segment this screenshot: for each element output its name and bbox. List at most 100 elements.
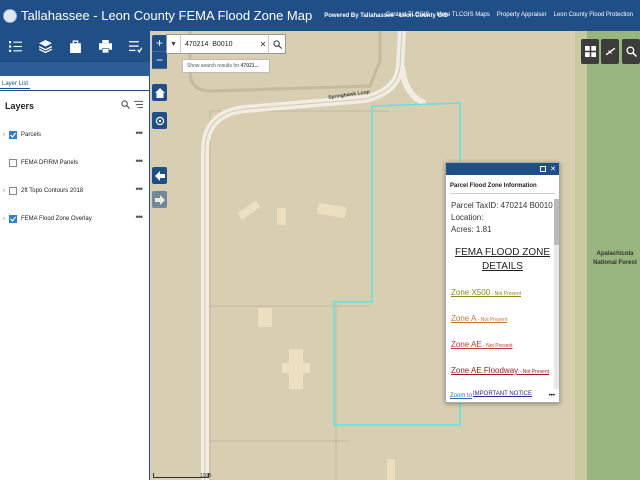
basemap-gallery-button[interactable] bbox=[581, 39, 599, 64]
layer-label: Parcels bbox=[21, 132, 42, 138]
legend-list-button[interactable] bbox=[0, 31, 30, 62]
link-contact-tlcgis[interactable]: Contact TLCGIS bbox=[386, 12, 430, 18]
clear-search-icon[interactable]: ✕ bbox=[258, 40, 268, 49]
layer-options-icon[interactable]: ••• bbox=[136, 184, 144, 194]
layer-label: 2ft Topo Contours 2018 bbox=[21, 188, 84, 194]
scrollbar-thumb[interactable] bbox=[554, 199, 559, 245]
layer-list-button[interactable] bbox=[30, 31, 60, 62]
parcel-taxid: Parcel TaxID: 470214 B0010 bbox=[451, 201, 553, 210]
layer-options-icon[interactable]: ••• bbox=[136, 212, 144, 222]
search-suggestion[interactable]: Show search results for 47021... bbox=[182, 59, 270, 73]
link-property-appraiser[interactable]: Property Appraiser bbox=[497, 12, 547, 18]
suggestion-prefix: Show search results for bbox=[187, 63, 241, 69]
popup-header: ✕ bbox=[446, 163, 559, 175]
panel-tab-divider bbox=[0, 90, 149, 91]
next-extent-button[interactable] bbox=[152, 191, 167, 208]
layer-row-parcels[interactable]: › Parcels ••• bbox=[3, 128, 145, 142]
zoom-in-button[interactable]: + bbox=[152, 35, 167, 52]
popup-title: Parcel Flood Zone Information bbox=[450, 175, 555, 194]
home-button[interactable] bbox=[152, 84, 167, 101]
bag-icon bbox=[69, 40, 81, 53]
search-widget: ▼ ✕ bbox=[166, 34, 286, 54]
map-basemap bbox=[150, 31, 640, 480]
layer-row-topo-contours[interactable]: › 2ft Topo Contours 2018 ••• bbox=[3, 184, 145, 198]
arrow-left-icon bbox=[154, 170, 165, 181]
zone-x500-row: Zone X500 - Not Present bbox=[451, 287, 554, 300]
link-more-tlcgis-maps[interactable]: More TLCGIS Maps bbox=[437, 12, 490, 18]
layer-checkbox[interactable] bbox=[9, 215, 17, 223]
search-icon bbox=[625, 46, 637, 57]
checkmark-icon bbox=[10, 132, 16, 138]
zone-status: - Not Present bbox=[481, 343, 513, 349]
search-source-dropdown-icon[interactable]: ▼ bbox=[167, 41, 180, 48]
header-links: Contact TLCGIS More TLCGIS Maps Property… bbox=[386, 12, 633, 18]
draw-tool-button[interactable] bbox=[120, 31, 150, 62]
toolbar-divider bbox=[0, 62, 150, 76]
select-tool-button[interactable] bbox=[60, 31, 90, 62]
flood-zone-heading-line1: FEMA FLOOD ZONE bbox=[454, 247, 550, 258]
zoom-control: + − bbox=[152, 35, 167, 69]
zone-name[interactable]: Zone AE Floodway bbox=[451, 366, 518, 375]
flood-zone-heading: FEMA FLOOD ZONE DETAILS bbox=[451, 246, 554, 274]
parcel-location: Location: bbox=[451, 213, 484, 222]
list-icon bbox=[8, 41, 22, 52]
zone-status: - Not Present bbox=[490, 291, 521, 297]
forest-label: Apalachicola National Forest bbox=[593, 251, 637, 266]
popup-scrollbar[interactable] bbox=[554, 199, 559, 389]
arrow-right-icon bbox=[154, 194, 165, 205]
maximize-icon[interactable] bbox=[540, 166, 547, 172]
search-icon[interactable] bbox=[121, 100, 130, 109]
layer-label: FEMA Flood Zone Overlay bbox=[21, 216, 92, 222]
county-seal-logo bbox=[3, 8, 17, 23]
layer-checkbox[interactable] bbox=[9, 131, 17, 139]
locate-icon bbox=[155, 116, 164, 125]
layer-checkbox[interactable] bbox=[9, 159, 17, 167]
measure-button[interactable] bbox=[601, 39, 619, 64]
previous-extent-button[interactable] bbox=[152, 167, 167, 184]
search-icon bbox=[272, 39, 282, 49]
print-button[interactable] bbox=[90, 31, 120, 62]
zone-name[interactable]: Zone AE bbox=[451, 340, 482, 349]
widget-toolbar bbox=[0, 31, 150, 62]
layer-list-panel: Layer List Layers › Parcels ••• FEMA DFI… bbox=[0, 76, 150, 480]
popup-more-icon[interactable]: ••• bbox=[549, 393, 555, 399]
layer-checkbox[interactable] bbox=[9, 187, 17, 195]
map-search-button[interactable] bbox=[622, 39, 640, 64]
layer-options-icon[interactable]: ••• bbox=[136, 156, 144, 166]
map-view[interactable]: Springhawk Loop Apalachicola National Fo… bbox=[150, 31, 640, 480]
link-flood-protection[interactable]: Leon County Flood Protection bbox=[554, 12, 633, 18]
grid-icon bbox=[584, 46, 596, 57]
tab-layer-list[interactable]: Layer List bbox=[0, 80, 31, 89]
locate-button[interactable] bbox=[152, 112, 167, 129]
search-input[interactable] bbox=[180, 35, 258, 53]
popup-footer: Zoom to ••• bbox=[446, 390, 559, 402]
flood-zone-heading-line2: DETAILS bbox=[482, 261, 523, 272]
zone-name[interactable]: Zone A bbox=[451, 314, 476, 323]
zone-status: - Not Present bbox=[518, 369, 550, 375]
search-button[interactable] bbox=[268, 35, 285, 53]
app-header: Tallahassee - Leon County FEMA Flood Zon… bbox=[0, 0, 640, 31]
layers-icon bbox=[38, 40, 52, 53]
zoom-to-link[interactable]: Zoom to bbox=[450, 393, 472, 399]
filter-list-icon[interactable] bbox=[134, 100, 143, 109]
app-title: Tallahassee - Leon County FEMA Flood Zon… bbox=[21, 8, 313, 23]
home-icon bbox=[154, 87, 165, 98]
panel-heading: Layers bbox=[5, 101, 35, 111]
suggestion-term: 47021... bbox=[240, 63, 259, 69]
measure-icon bbox=[605, 47, 615, 56]
parcel-info-popup: ✕ Parcel Flood Zone Information Parcel T… bbox=[445, 162, 560, 403]
zoom-out-button[interactable]: − bbox=[152, 52, 167, 69]
zone-status: - Not Present bbox=[476, 317, 508, 323]
printer-icon bbox=[98, 40, 112, 53]
layer-row-fema-dfirm-panels[interactable]: FEMA DFIRM Panels ••• bbox=[3, 156, 145, 170]
panel-tools bbox=[121, 100, 143, 109]
zone-name[interactable]: Zone X500 bbox=[451, 288, 490, 297]
close-icon[interactable]: ✕ bbox=[550, 165, 556, 173]
popup-body: Parcel TaxID: 470214 B0010 Location: Acr… bbox=[446, 194, 559, 400]
zone-ae-row: Zone AE - Not Present bbox=[451, 339, 554, 352]
checklist-icon bbox=[128, 41, 142, 53]
layer-options-icon[interactable]: ••• bbox=[136, 128, 144, 138]
layer-label: FEMA DFIRM Panels bbox=[21, 160, 79, 166]
layer-row-flood-zone-overlay[interactable]: › FEMA Flood Zone Overlay ••• bbox=[3, 212, 145, 226]
zone-ae-floodway-row: Zone AE Floodway - Not Present bbox=[451, 365, 554, 378]
